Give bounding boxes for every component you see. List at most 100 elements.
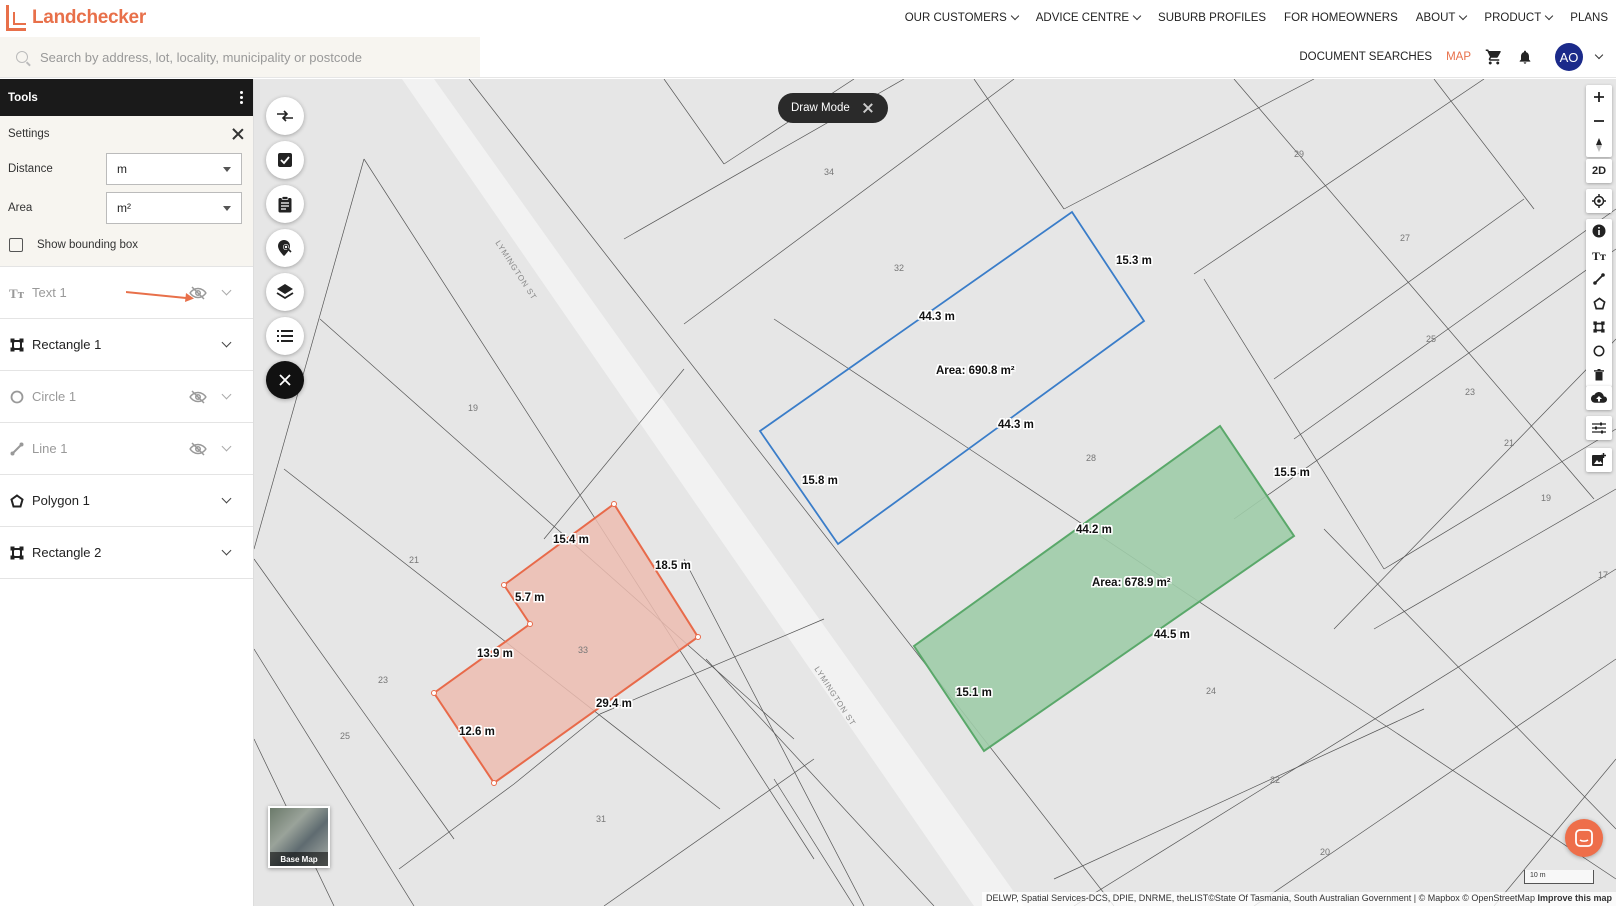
layer-rectangle-1[interactable]: Rectangle 1	[0, 319, 253, 371]
chevron-down-icon[interactable]	[219, 493, 233, 508]
filters-button[interactable]	[1586, 416, 1612, 440]
2d-toggle-button[interactable]: 2D	[1586, 159, 1612, 183]
distance-select[interactable]: m	[106, 153, 242, 185]
plus-icon	[1594, 92, 1604, 102]
tools-title: Tools	[8, 91, 38, 104]
distance-value: m	[117, 162, 127, 176]
layer-circle-1[interactable]: Circle 1	[0, 371, 253, 423]
layer-line-1[interactable]: Line 1	[0, 423, 253, 475]
draw-rectangle-button[interactable]	[1586, 315, 1612, 339]
delete-button[interactable]	[1586, 363, 1612, 387]
bounding-box-checkbox[interactable]	[9, 238, 23, 252]
parcel-number: 17	[1598, 570, 1609, 580]
area-select[interactable]: m²	[106, 192, 242, 224]
green-area-label: Area: 678.9 m²	[1092, 577, 1171, 589]
nav-about[interactable]: ABOUT	[1415, 11, 1468, 24]
chevron-down-icon	[1545, 11, 1554, 21]
red-edge-measure: 29.4 m	[596, 698, 632, 710]
chevron-down-icon[interactable]	[219, 441, 233, 456]
blue-edge-measure: 44.3 m	[998, 419, 1034, 431]
nav-suburb-profiles[interactable]: SUBURB PROFILES	[1158, 12, 1266, 24]
cloud-save-button[interactable]	[1586, 386, 1612, 410]
red-edge-measure: 15.4 m	[553, 534, 589, 546]
circle-icon	[1593, 345, 1605, 357]
nav-label: PLANS	[1570, 12, 1608, 24]
map-link[interactable]: MAP	[1446, 51, 1471, 63]
close-tools-button[interactable]	[266, 361, 304, 399]
location-search-button[interactable]	[266, 229, 304, 267]
red-edge-measure: 18.5 m	[655, 560, 691, 572]
main-nav: OUR CUSTOMERS ADVICE CENTRE SUBURB PROFI…	[905, 0, 1616, 36]
layer-rectangle-2[interactable]: Rectangle 2	[0, 527, 253, 579]
bell-icon[interactable]	[1517, 48, 1533, 66]
list-button[interactable]	[266, 317, 304, 355]
parcel-number: 21	[1504, 438, 1515, 448]
parcel-number: 33	[578, 645, 589, 655]
parcel-number: 24	[1206, 686, 1217, 696]
nav-label: ABOUT	[1415, 12, 1456, 24]
zoom-out-button[interactable]	[1586, 109, 1612, 133]
parcel-number: 25	[340, 731, 351, 741]
layer-text-1[interactable]: Tт Text 1	[0, 267, 253, 319]
improve-map-link[interactable]: Improve this map	[1537, 893, 1612, 903]
info-button[interactable]	[1586, 219, 1612, 243]
parcel-number: 19	[468, 403, 479, 413]
avatar[interactable]: AO	[1555, 43, 1583, 71]
green-edge-measure: 15.5 m	[1274, 467, 1310, 479]
nav-our-customers[interactable]: OUR CUSTOMERS	[905, 11, 1019, 24]
clipboard-button[interactable]	[266, 185, 304, 223]
nav-for-homeowners[interactable]: FOR HOMEOWNERS	[1284, 12, 1398, 24]
nav-label: SUBURB PROFILES	[1158, 12, 1267, 24]
parcel-number: 28	[1086, 453, 1097, 463]
chat-button[interactable]	[1565, 819, 1603, 857]
layers-button[interactable]	[266, 273, 304, 311]
document-searches-link[interactable]: DOCUMENT SEARCHES	[1299, 51, 1432, 63]
parcel-number: 25	[1426, 334, 1437, 344]
base-map-switcher[interactable]: Base Map	[268, 806, 330, 868]
blue-edge-measure: 15.8 m	[802, 475, 838, 487]
more-menu-icon[interactable]	[240, 91, 243, 104]
chevron-down-icon[interactable]	[219, 285, 233, 300]
nav-label: FOR HOMEOWNERS	[1284, 12, 1398, 24]
close-icon[interactable]	[231, 127, 245, 141]
search-input[interactable]	[40, 49, 460, 65]
caret-down-icon	[223, 205, 231, 211]
map-attribution: DELWP, Spatial Services-DCS, DPIE, DNRME…	[981, 892, 1616, 906]
zoom-in-button[interactable]	[1586, 85, 1612, 109]
scale-bar: 10 m	[1524, 870, 1594, 884]
chevron-down-icon[interactable]	[1594, 50, 1604, 60]
nav-advice-centre[interactable]: ADVICE CENTRE	[1036, 11, 1142, 24]
chevron-down-icon[interactable]	[219, 389, 233, 404]
add-image-button[interactable]	[1586, 448, 1612, 472]
svg-text:Tт: Tт	[9, 286, 25, 300]
layer-name: Rectangle 2	[32, 545, 102, 560]
geolocate-button[interactable]	[1586, 189, 1612, 213]
draw-text-button[interactable]: Tт	[1586, 243, 1612, 267]
nav-plans[interactable]: PLANS	[1570, 12, 1608, 24]
cart-icon[interactable]	[1485, 48, 1503, 66]
draw-polygon-button[interactable]	[1586, 291, 1612, 315]
caret-down-icon	[223, 166, 231, 172]
add-image-control	[1586, 448, 1612, 472]
chevron-down-icon[interactable]	[219, 337, 233, 352]
brand-name: Landchecker	[32, 7, 146, 28]
brand-logo[interactable]: Landchecker	[6, 4, 146, 32]
chevron-down-icon	[1459, 11, 1468, 21]
nav-product[interactable]: PRODUCT	[1484, 11, 1554, 24]
close-draw-mode-icon[interactable]	[862, 102, 874, 114]
checklist-button[interactable]	[266, 141, 304, 179]
area-value: m²	[117, 201, 131, 215]
draw-line-button[interactable]	[1586, 267, 1612, 291]
map-canvas[interactable]: 34 29 32 27 25 23 21 19 17 28 24 22 20 1…	[254, 79, 1616, 906]
compare-button[interactable]	[266, 97, 304, 135]
layer-polygon-1[interactable]: Polygon 1	[0, 475, 253, 527]
cloud-control	[1586, 386, 1612, 410]
chevron-down-icon[interactable]	[219, 545, 233, 560]
distance-label: Distance	[8, 163, 53, 175]
eye-off-icon[interactable]	[189, 389, 207, 404]
compass-button[interactable]	[1586, 133, 1612, 157]
eye-off-icon[interactable]	[189, 441, 207, 456]
draw-circle-button[interactable]	[1586, 339, 1612, 363]
parcel-number: 23	[378, 675, 389, 685]
layers-icon	[276, 284, 294, 300]
